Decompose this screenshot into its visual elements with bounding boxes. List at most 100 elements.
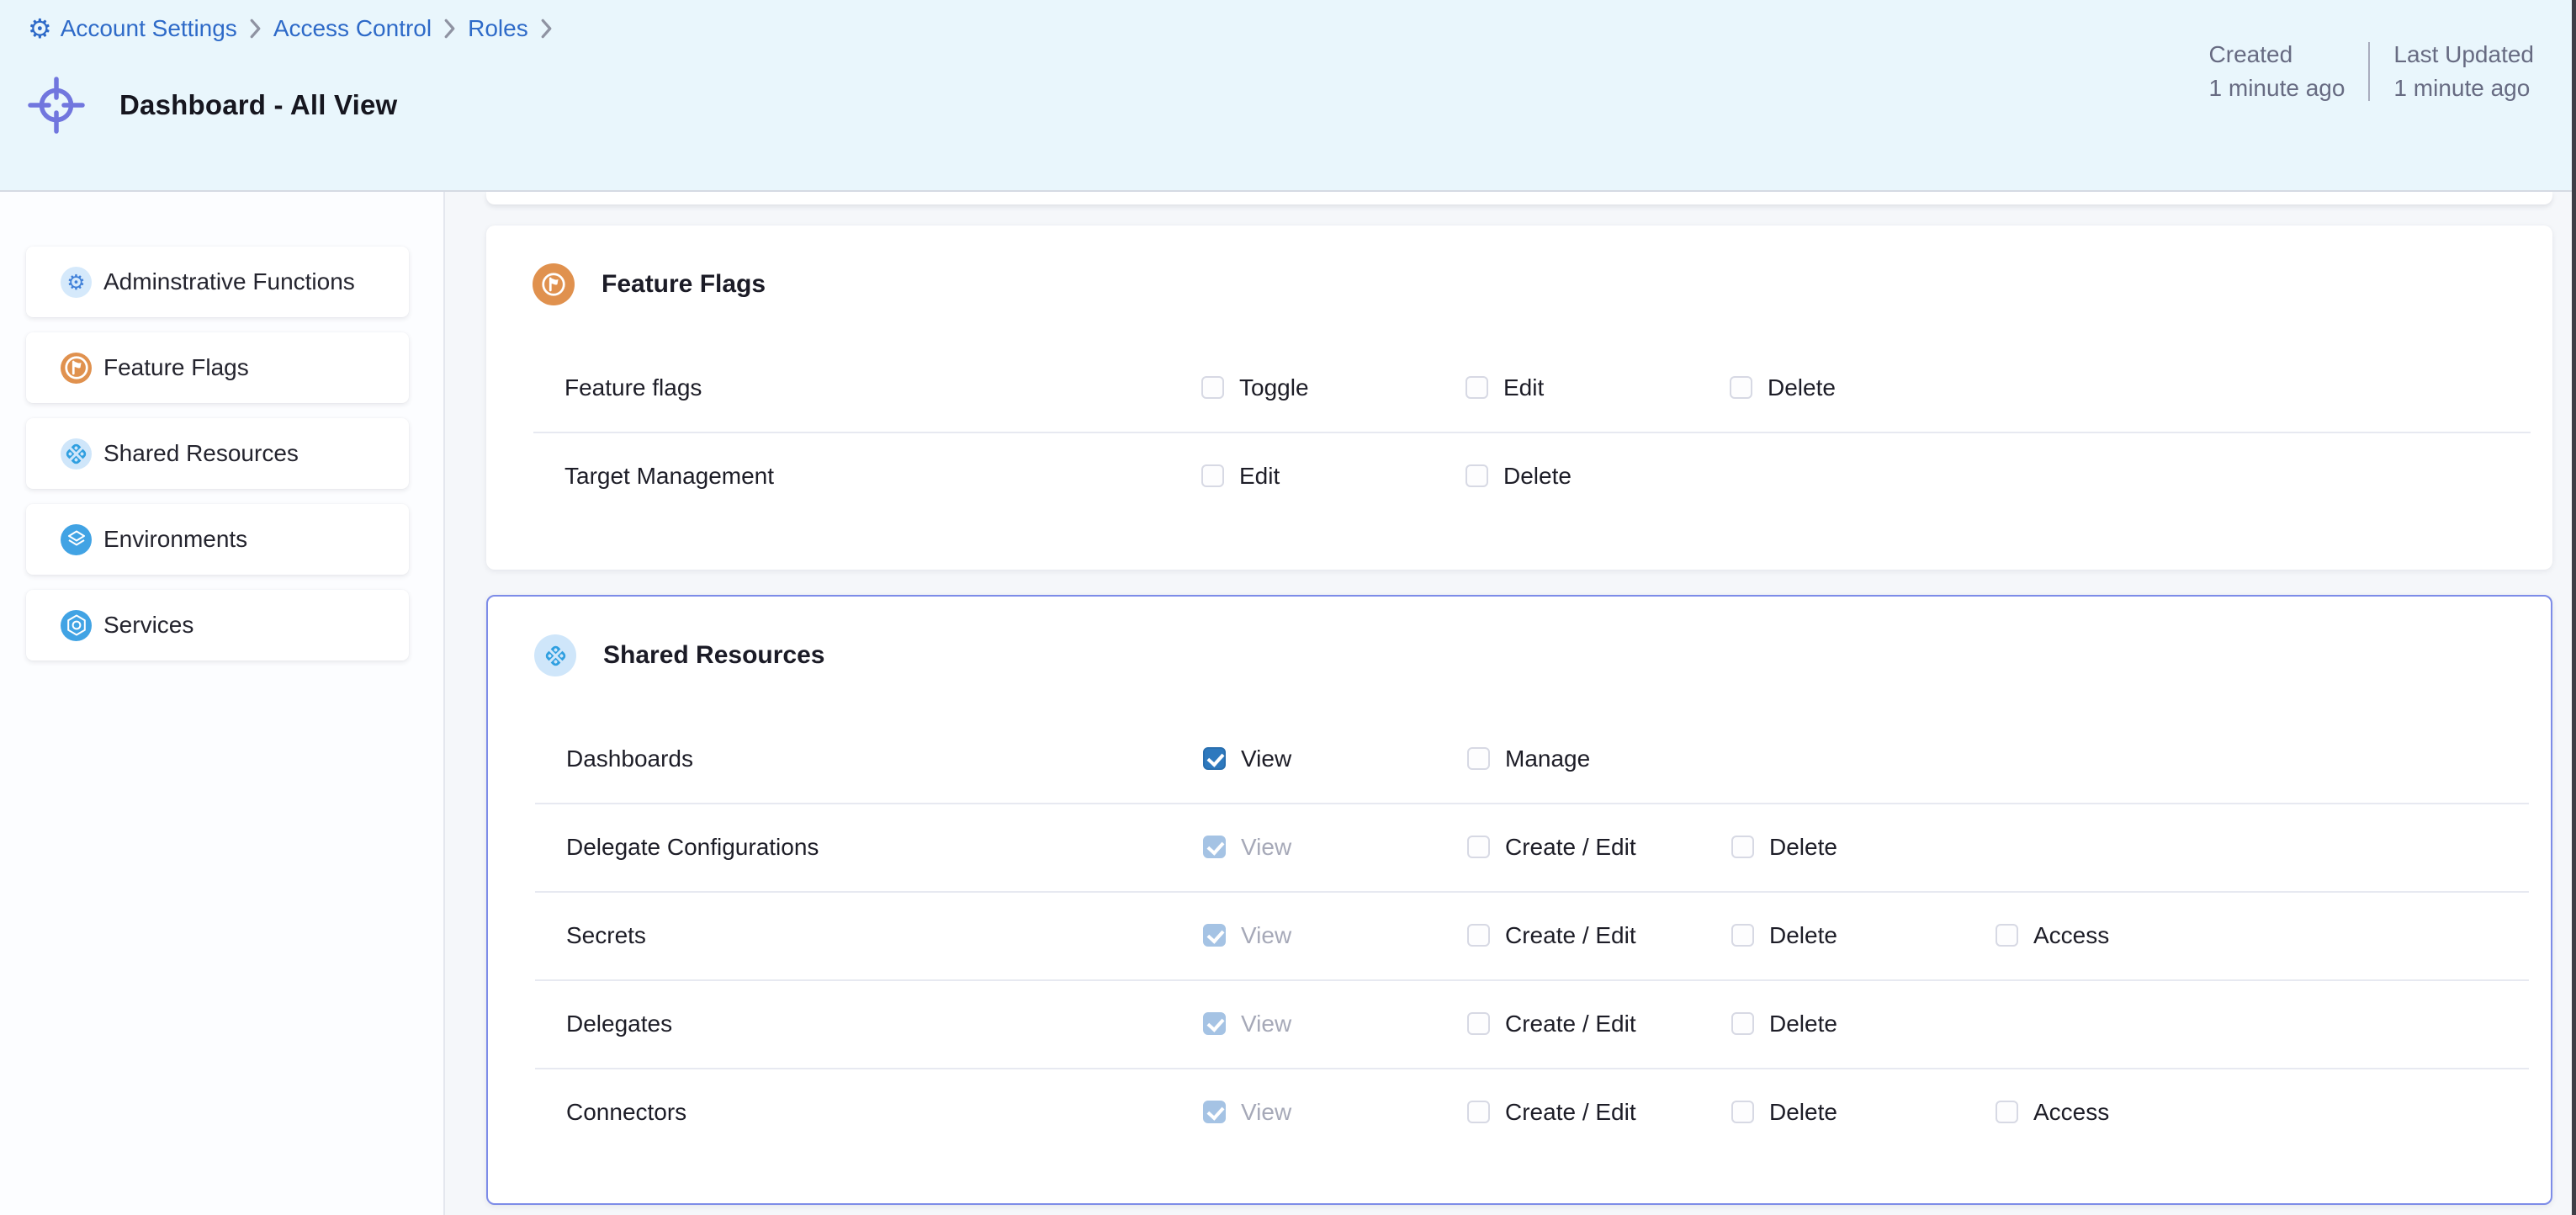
sidebar-item-shared-resources[interactable]: Shared Resources [26,418,409,489]
permission-checkbox-label[interactable]: Toggle [1239,374,1309,401]
card-icon-badge [534,634,576,676]
permission-checkbox-label[interactable]: Create / Edit [1505,922,1636,949]
permission-checkbox-label[interactable]: View [1241,834,1291,861]
permission-checkbox-label[interactable]: Edit [1503,374,1544,401]
sidebar-item-label: Adminstrative Functions [103,268,355,295]
permission-checkbox[interactable] [1467,747,1490,770]
permission-checkbox[interactable] [1201,376,1224,399]
permission-delete[interactable]: Delete [1731,1011,1837,1037]
permission-view[interactable]: View [1203,1011,1291,1037]
permission-checkbox-label[interactable]: Delete [1503,463,1572,490]
permission-checkbox-label[interactable]: Edit [1239,463,1280,490]
page-header: ⚙Account Settings Access Control Roles Das… [0,0,2576,192]
permissions-content: Feature FlagsFeature flagsToggleEditDele… [447,192,2576,1215]
permission-checkbox-label[interactable]: Create / Edit [1505,834,1636,861]
permission-checkbox-label[interactable]: Delete [1769,922,1837,949]
created-value: 1 minute ago [2209,76,2345,101]
permission-toggle[interactable]: Toggle [1201,374,1309,401]
permission-checkbox[interactable] [1203,924,1226,947]
hexagon-icon [64,613,89,638]
role-details-page: ⚙Account Settings Access Control Roles Das… [0,0,2576,1215]
permission-checkbox[interactable] [1996,1101,2018,1123]
sidebar-item-adminstrative-functions[interactable]: ⚙ Adminstrative Functions [26,247,409,317]
category-icon-badge [61,353,92,384]
title-row: Dashboard - All View [26,75,397,135]
permission-row-secrets: SecretsViewCreate / EditDeleteAccess [488,891,2551,979]
gear-icon: ⚙ [66,272,85,293]
breadcrumb-link-account-settings[interactable]: ⚙Account Settings [28,15,237,42]
permission-checkbox[interactable] [1466,376,1488,399]
permission-delete[interactable]: Delete [1731,1099,1837,1126]
permission-checkbox[interactable] [1731,1012,1754,1035]
category-icon-badge [61,610,92,641]
breadcrumb-link-roles[interactable]: Roles [468,15,528,42]
breadcrumb-label: Access Control [273,15,432,42]
gear-icon: ⚙ [28,15,52,42]
permission-view[interactable]: View [1203,922,1291,949]
breadcrumb-link-access-control[interactable]: Access Control [273,15,432,42]
sidebar-item-feature-flags[interactable]: Feature Flags [26,332,409,403]
permission-checkbox[interactable] [1731,1101,1754,1123]
permission-checkbox[interactable] [1731,836,1754,858]
permission-checkbox-label[interactable]: View [1241,745,1291,772]
permission-edit[interactable]: Edit [1201,463,1280,490]
permission-checkbox[interactable] [1203,836,1226,858]
chevron-right-icon [540,18,553,40]
permission-delete[interactable]: Delete [1731,922,1837,949]
permission-delete[interactable]: Delete [1730,374,1836,401]
permission-checkbox[interactable] [1203,1012,1226,1035]
permission-checkbox[interactable] [1731,924,1754,947]
permission-checkbox[interactable] [1467,836,1490,858]
vertical-scrollbar[interactable] [2572,0,2576,1215]
permission-checkbox[interactable] [1466,464,1488,487]
permission-checkbox[interactable] [1467,924,1490,947]
resource-label: Connectors [566,1099,686,1126]
permission-card-shared-resources: Shared Resources Dashboards View Manage Dele… [486,595,2552,1205]
resource-label: Dashboards [566,745,693,772]
permission-create-edit[interactable]: Create / Edit [1467,1099,1636,1126]
permission-checkbox-label[interactable]: Access [2033,1099,2109,1126]
permission-access[interactable]: Access [1996,1099,2109,1126]
permission-checkbox-label[interactable]: Manage [1505,745,1590,772]
resource-label: Feature flags [564,374,702,401]
permission-view[interactable]: View [1203,834,1291,861]
permission-cards: Feature FlagsFeature flagsToggleEditDele… [447,225,2576,1205]
permission-view[interactable]: View [1203,1099,1291,1126]
permission-access[interactable]: Access [1996,922,2109,949]
permission-checkbox-label[interactable]: Delete [1769,834,1837,861]
permission-delete[interactable]: Delete [1466,463,1572,490]
permission-checkbox-label[interactable]: Delete [1769,1099,1837,1126]
shared-resources-icon [543,643,569,669]
permission-checkbox[interactable] [1203,1101,1226,1123]
sidebar-item-environments[interactable]: Environments [26,504,409,575]
permission-checkbox[interactable] [1996,924,2018,947]
sidebar-item-services[interactable]: Services [26,590,409,661]
permission-checkbox[interactable] [1203,747,1226,770]
permission-view[interactable]: View [1203,745,1291,772]
permission-checkbox[interactable] [1201,464,1224,487]
permission-checkbox[interactable] [1467,1101,1490,1123]
permission-checkbox[interactable] [1467,1012,1490,1035]
permission-create-edit[interactable]: Create / Edit [1467,922,1636,949]
permission-checkbox[interactable] [1730,376,1752,399]
permission-checkbox-label[interactable]: View [1241,922,1291,949]
permission-checkbox-label[interactable]: Delete [1768,374,1836,401]
permission-edit[interactable]: Edit [1466,374,1544,401]
chevron-right-icon [249,18,262,40]
card-header: Shared Resources [488,597,2551,714]
category-icon-badge: ⚙ [61,267,92,298]
permission-checkbox-label[interactable]: View [1241,1011,1291,1037]
permission-checkbox-label[interactable]: Create / Edit [1505,1099,1636,1126]
resource-label: Target Management [564,463,774,490]
permission-manage[interactable]: Manage [1467,745,1590,772]
resource-category-sidebar: ⚙ Adminstrative Functions Feature Flags Sha… [0,192,445,1215]
permission-checkbox-label[interactable]: View [1241,1099,1291,1126]
permission-checkbox-label[interactable]: Access [2033,922,2109,949]
permission-create-edit[interactable]: Create / Edit [1467,1011,1636,1037]
permission-delete[interactable]: Delete [1731,834,1837,861]
permission-create-edit[interactable]: Create / Edit [1467,834,1636,861]
permission-checkbox-label[interactable]: Delete [1769,1011,1837,1037]
permission-checkbox-label[interactable]: Create / Edit [1505,1011,1636,1037]
breadcrumb-separator [540,18,553,40]
last-updated-meta: Last Updated 1 minute ago [2368,42,2557,101]
